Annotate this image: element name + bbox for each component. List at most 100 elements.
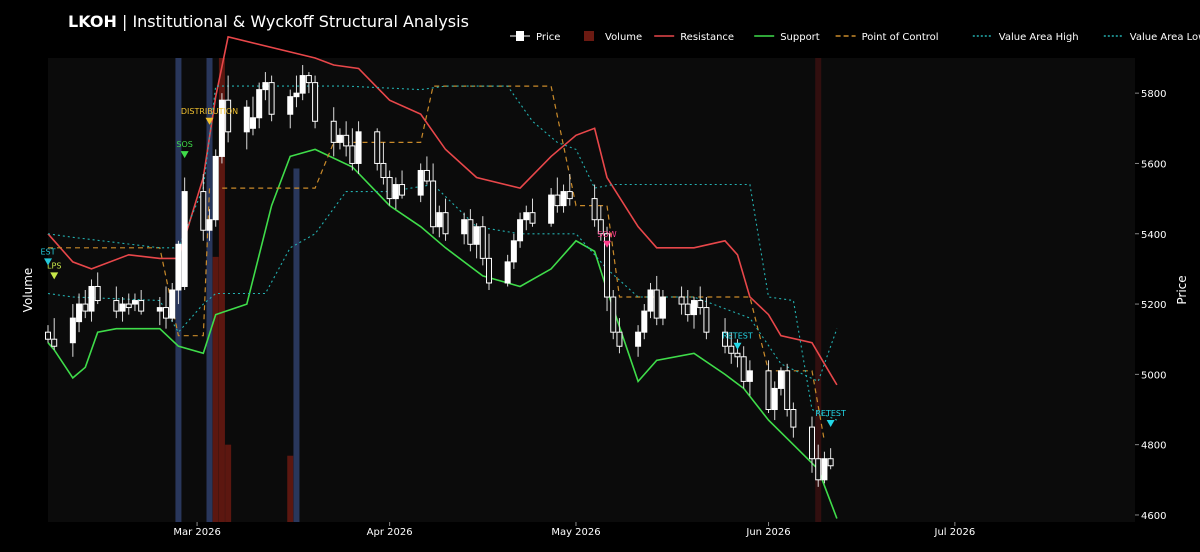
legend-label: Support (780, 32, 820, 43)
legend-swatch (516, 31, 524, 41)
candle-body (256, 89, 263, 119)
title-symbol: LKOH (68, 12, 117, 31)
y-tick-label: 4600 (1141, 511, 1166, 522)
candle-body (131, 300, 138, 305)
y-tick-label: 5200 (1141, 300, 1166, 311)
candle-body (703, 307, 710, 333)
y-tick-label: 5600 (1141, 159, 1166, 170)
candle-body (517, 219, 524, 242)
candle-body (88, 285, 95, 312)
candle-body (510, 240, 517, 263)
candle-body (374, 131, 381, 164)
candle-body (591, 198, 598, 221)
candle-body (343, 134, 350, 147)
candle-body (784, 370, 791, 411)
candle-body (45, 331, 51, 340)
y-axis-title: Price (1175, 275, 1189, 304)
candle-body (94, 285, 101, 302)
candle-body (740, 356, 747, 382)
volume-bar (225, 444, 232, 522)
legend-label: Point of Control (862, 32, 939, 43)
candle-body (610, 296, 617, 333)
candle-body (212, 155, 219, 221)
x-tick-label: Apr 2026 (367, 527, 413, 538)
candle (784, 363, 791, 417)
candle-body (697, 300, 704, 309)
candle-body (206, 219, 213, 231)
candle-body (163, 307, 170, 319)
candle-body (827, 458, 834, 467)
candle (181, 177, 188, 290)
candle-body (765, 370, 772, 411)
volume-axis-title: Volume (21, 268, 35, 313)
candle-body (771, 387, 778, 411)
candle-body (113, 300, 120, 312)
chart-svg: DISTRIBUTIONSOSLPSESTSOWRETESTRETEST 460… (0, 0, 1200, 548)
legend-label: Value Area High (999, 32, 1079, 43)
candle-body (200, 191, 207, 231)
candle-body (392, 184, 399, 200)
candle-body (821, 458, 828, 481)
candle-body (560, 191, 567, 207)
candle-body (734, 352, 741, 358)
candle-body (523, 212, 530, 221)
annotation-label: RETEST (815, 409, 846, 418)
candle-body (355, 131, 362, 164)
candle-body (467, 219, 474, 245)
candle-body (486, 257, 493, 284)
candle-body (809, 426, 816, 460)
candle-body (635, 331, 642, 347)
y-tick-label: 4800 (1141, 441, 1166, 452)
candle-body (243, 106, 250, 133)
candle-body (349, 145, 356, 164)
candle-body (746, 370, 753, 382)
legend-label: Price (536, 32, 560, 43)
candle (610, 290, 617, 340)
candle-body (386, 177, 393, 200)
annotation-label: SOW (597, 230, 616, 239)
legend-label: Volume (605, 32, 642, 43)
legend-label: Resistance (680, 32, 734, 43)
candle-body (125, 303, 132, 309)
candle-body (51, 338, 58, 347)
candle (218, 93, 225, 164)
candle-body (330, 120, 337, 143)
candle-body (417, 169, 424, 196)
candle-body (169, 289, 176, 319)
candle-body (225, 99, 232, 133)
candle-body (399, 184, 406, 196)
candle-body (436, 212, 443, 228)
candle (212, 149, 219, 227)
candle-body (336, 134, 343, 143)
candle-body (138, 300, 145, 312)
x-tick-label: Jul 2026 (934, 527, 976, 538)
candle-body (678, 296, 685, 305)
legend-swatch (584, 31, 594, 41)
candle-body (616, 331, 623, 347)
candle-body (504, 261, 511, 284)
chart-title: LKOH | Institutional & Wyckoff Structura… (68, 12, 469, 31)
annotation-label: EST (40, 247, 55, 256)
title-separator: | (117, 12, 133, 31)
candle-body (69, 317, 76, 344)
candle-body (293, 92, 300, 98)
candle-body (728, 345, 735, 354)
candle-body (262, 82, 269, 91)
candle-body (119, 303, 126, 312)
candle-body (268, 82, 275, 115)
candle-body (430, 180, 437, 228)
candle (268, 75, 275, 122)
candle-body (777, 370, 784, 389)
annotation-label: RETEST (722, 332, 753, 341)
candle-body (249, 117, 256, 129)
annotation-label: DISTRIBUTION (181, 107, 238, 116)
candle-body (423, 169, 430, 182)
candle-body (659, 296, 666, 319)
candle-body (175, 243, 182, 291)
y-tick-label: 5400 (1141, 230, 1166, 241)
candle-body (479, 226, 486, 259)
candle-body (461, 219, 468, 235)
x-tick-label: Mar 2026 (173, 527, 221, 538)
candle-body (380, 162, 387, 179)
candle-body (647, 289, 654, 312)
